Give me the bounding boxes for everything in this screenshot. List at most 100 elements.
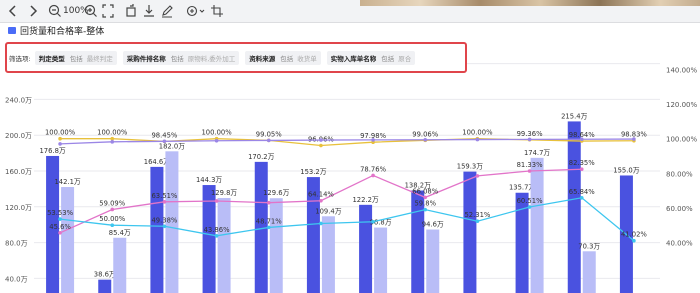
bar-data-label: 109.4万 [315,207,341,215]
chevron-left-icon[interactable] [6,3,20,19]
line-data-label: 41.02% [621,231,647,239]
filter-name: 采购件排名称 [126,55,166,63]
filter-op: 包括 [280,55,294,63]
series-line [60,138,634,145]
bar-data-label: 94.6万 [422,221,444,229]
line-data-label: 98.45% [151,131,177,139]
filter-op: 包括 [381,55,395,63]
line-point [423,207,428,212]
line-point [110,207,115,212]
line-point [527,137,532,142]
bar [150,166,164,293]
filter-value: 原合 [398,55,412,63]
filter-row: 筛选项: 判定类型 包括 最终判定 采购件排名称 包括 原物料,委外加工 资料来… [9,51,421,65]
line-data-label: 66.08% [412,187,438,195]
line-point [632,137,636,141]
crop-icon[interactable] [210,3,224,19]
line-data-label: 60.51% [517,197,543,205]
line-point [319,143,323,148]
more-options-icon[interactable] [186,3,208,19]
bar-data-label: 129.8万 [211,189,237,197]
panel-title: 回货量和合格率-整体 [20,27,105,37]
line-point [527,169,532,173]
bar-data-label: 215.4万 [561,112,587,120]
rotate-icon[interactable] [124,3,138,19]
line-data-label: 99.05% [256,130,282,138]
line-data-label: 63.51% [151,192,177,200]
line-data-label: 43.86% [204,226,230,234]
y-left-tick-label: 200.0万 [5,132,32,140]
line-data-label: 99.36% [517,130,543,138]
line-data-label: 64.14% [308,191,334,199]
bar [582,251,596,293]
zoom-level: 100% [63,6,89,16]
line-point [110,140,115,144]
bar [463,171,477,293]
line-data-label: 100.00% [201,129,232,137]
line-point [58,217,62,221]
line-point [475,174,480,178]
line-point [475,219,480,224]
filter-label: 筛选项: [9,55,31,63]
line-point [58,142,62,146]
y-right-tick-label: 140.00% [666,67,697,75]
line-point [214,234,219,238]
filter-panel: 筛选项: 判定类型 包括 最终判定 采购件排名称 包括 原物料,委外加工 资料来… [5,42,467,73]
bar [321,216,335,293]
combo-chart: 40.0万80.0万120.0万160.0万200.0万240.0万280.0万… [5,61,697,293]
y-right-tick-label: 40.00% [666,240,693,248]
line-point [214,199,219,203]
line-data-label: 100.00% [462,129,493,137]
line-point [266,138,271,143]
bar [113,237,127,293]
chart-icon [8,27,16,34]
bar [269,198,283,293]
panel-header: 回货量和合格率-整体 [0,22,700,38]
chevron-right-icon[interactable] [26,3,40,19]
edit-icon[interactable] [160,3,174,19]
bar [98,279,112,293]
y-right-tick-label: 120.00% [666,101,697,109]
bar-data-label: 153.2万 [300,168,326,176]
line-point [266,225,271,230]
bar-data-label: 122.2万 [352,196,378,204]
filter-name: 实物入库单名称 [330,55,377,63]
line-point [319,221,323,226]
line-point [110,223,115,227]
filter-value: 原物料,委外加工 [187,55,236,63]
bar-data-label: 170.2万 [248,153,274,161]
filter-chip-purchase-name[interactable]: 采购件排名称 包括 原物料,委外加工 [122,51,240,65]
bar-data-label: 38.6万 [94,271,116,279]
y-left-tick-label: 80.0万 [5,240,28,248]
bar-data-label: 70.3万 [578,242,600,250]
bar [374,227,388,293]
filter-chip-source[interactable]: 资料来源 包括 收货单 [245,51,321,65]
line-point [475,137,480,142]
line-point [423,137,428,142]
bar-data-label: 155.0万 [613,166,639,174]
zoom-out-icon[interactable] [48,3,62,19]
filter-chip-judge-type[interactable]: 判定类型 包括 最终判定 [34,51,117,65]
filter-chip-warehouse[interactable]: 实物入库单名称 包括 原合 [326,51,416,65]
line-data-label: 53.53% [47,209,73,217]
fit-screen-icon[interactable] [101,3,115,19]
filter-op: 包括 [170,55,184,63]
download-icon[interactable] [142,3,156,19]
line-point [371,219,375,224]
zoom-in-icon[interactable] [84,3,98,19]
line-point [371,138,375,142]
y-left-tick-label: 40.0万 [5,275,28,283]
viewer-toolbar: 100% [0,0,700,23]
line-data-label: 65.84% [569,188,595,196]
bar-data-label: 176.8万 [39,147,65,155]
bar-data-label: 129.6万 [263,189,289,197]
line-point [266,200,271,205]
line-point [527,205,532,209]
filter-name: 判定类型 [38,55,65,63]
line-point [579,137,584,142]
line-point [162,139,167,144]
line-point [58,231,62,235]
bar [61,187,75,293]
bar-data-label: 85.4万 [109,229,131,237]
avatar-strip [360,0,700,6]
